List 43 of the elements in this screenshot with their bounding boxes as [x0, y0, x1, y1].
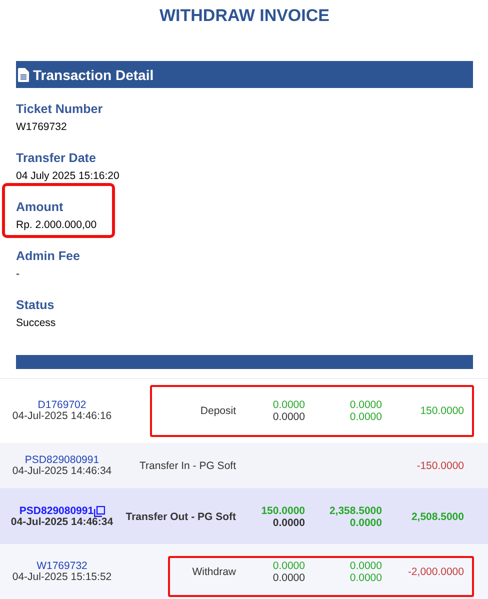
- table-cell: 0.0000: [272, 572, 305, 584]
- table-cell: 150.0000: [420, 405, 464, 417]
- table-row[interactable]: D1769702 04-Jul-2025 14:46:16 Deposit 0.0000 0.0000 0.0000 0.0000 150.0000: [0, 379, 488, 443]
- field-value: Success: [16, 316, 56, 330]
- table-cell: 0.0000: [350, 516, 382, 528]
- date-time: 04-Jul-2025 14:46:34: [10, 516, 114, 528]
- field-value: -: [16, 267, 20, 281]
- table-cell: -150.0000: [416, 460, 464, 472]
- table-cell: 0.0000: [350, 560, 382, 572]
- field-label: Amount: [16, 200, 64, 214]
- field-value: Rp. 2.000.000,00: [16, 218, 97, 232]
- table-cell-text: Deposit: [199, 405, 236, 417]
- field-label: Status: [16, 298, 56, 312]
- table-cell: -2,000.0000: [408, 566, 464, 578]
- table-cell-text: Transfer Out - PG Soft: [124, 510, 236, 522]
- table-cell: 2,358.5000: [329, 504, 382, 516]
- copy-icon: [94, 506, 105, 516]
- field-label: Ticket Number: [16, 102, 104, 116]
- table-cell: 150.0000: [261, 504, 305, 516]
- table-cell: 0.0000: [350, 572, 382, 584]
- table-cell: 0.0000: [272, 516, 305, 528]
- field-label: Admin Fee: [16, 249, 81, 263]
- table-cell: 0.0000: [272, 560, 305, 572]
- reference-link[interactable]: W1769732: [36, 560, 88, 572]
- date-time: 04-Jul-2025 14:46:34: [11, 466, 113, 476]
- date-time: 04-Jul-2025 14:46:16: [11, 411, 113, 422]
- reference-link[interactable]: PSD829080991: [19, 506, 94, 516]
- table-cell-text: Withdraw: [191, 566, 236, 578]
- table-cell-text: Transfer In - PG Soft: [138, 460, 236, 472]
- reference-link[interactable]: D1769702: [38, 400, 86, 411]
- table-row[interactable]: PSD829080991 04-Jul-2025 14:46:34 Transfer Out - PG Soft 150.0000 0.0000 2,358.5000 0.0000 2,508.5000: [0, 489, 488, 544]
- section-title: Transaction Detail: [33, 66, 154, 82]
- table-cell: 2,508.5000: [411, 510, 464, 522]
- date-time: 04-Jul-2025 15:15:52: [11, 572, 113, 582]
- table-cell: 0.0000: [350, 399, 382, 411]
- field-label: Transfer Date: [16, 151, 97, 165]
- field-value: W1769732: [16, 120, 67, 134]
- table-cell: 0.0000: [350, 411, 382, 423]
- invoice-title: WITHDRAW INVOICE: [158, 5, 330, 27]
- field-value: 04 July 2025 15:16:20: [16, 169, 120, 183]
- table-cell: 0.0000: [272, 411, 305, 423]
- table-cell: 0.0000: [272, 399, 305, 411]
- reference-link[interactable]: PSD829080991: [24, 454, 100, 466]
